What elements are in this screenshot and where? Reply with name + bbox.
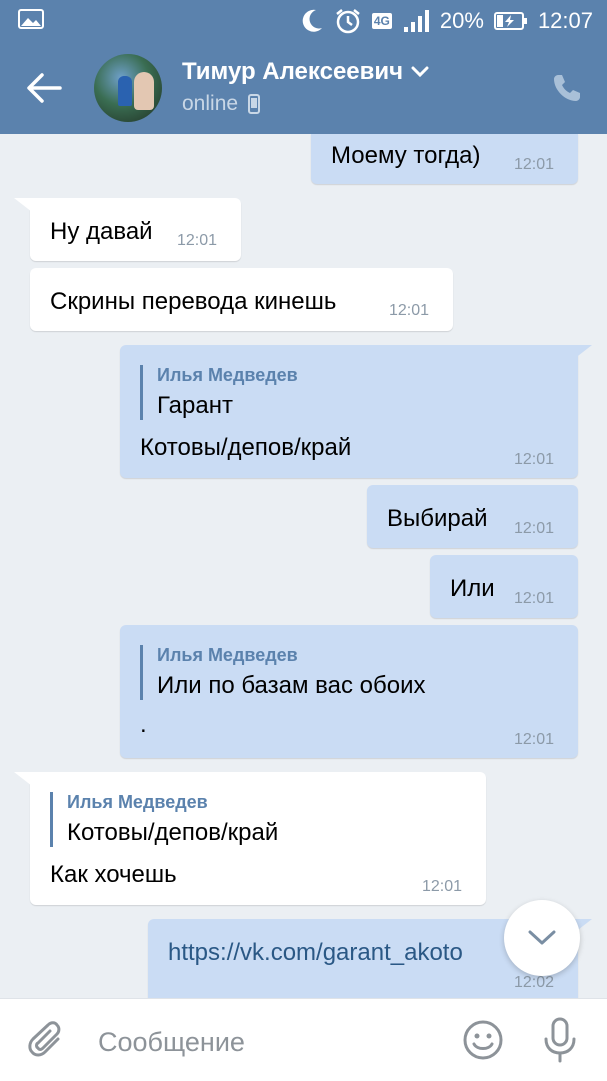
emoji-icon[interactable] (462, 1019, 504, 1061)
signal-icon (403, 10, 429, 32)
bubble-tail (14, 772, 32, 786)
scroll-down-button[interactable] (504, 900, 580, 976)
back-arrow-icon[interactable] (24, 70, 64, 106)
message-time: 12:01 (177, 232, 218, 249)
message-outgoing[interactable]: Выбирай 12:01 (367, 485, 578, 548)
message-text: Или (450, 575, 495, 602)
message-text: Как хочешь (50, 861, 177, 888)
chevron-down-icon (411, 66, 429, 78)
message-incoming[interactable]: Илья Медведев Котовы/депов/край Как хоче… (14, 772, 486, 905)
message-time: 12:01 (422, 878, 463, 895)
message-time: 12:01 (514, 590, 555, 607)
moon-icon (302, 9, 322, 32)
message-link[interactable]: https://vk.com/garant_akoto (168, 939, 528, 967)
gallery-icon (18, 9, 44, 29)
mobile-icon (248, 94, 261, 114)
network-badge: 4G (371, 13, 392, 29)
message-text: . (140, 711, 147, 738)
chat-header: Тимур Алексеевич online (0, 42, 607, 134)
status-bar: 4G 20% 12:07 (0, 0, 607, 42)
avatar[interactable] (94, 54, 162, 122)
battery-percent: 20% (439, 8, 484, 33)
message-time: 12:01 (514, 731, 555, 748)
attach-icon[interactable] (28, 1021, 66, 1061)
message-time: 12:01 (389, 302, 430, 319)
quote-author: Илья Медведев (157, 365, 298, 385)
message-text: Ну давай (50, 218, 153, 245)
message-time: 12:01 (514, 520, 555, 537)
avatar-figure (134, 72, 154, 110)
message-text: Скрины перевода кинешь (50, 288, 337, 315)
bubble-tail (574, 345, 592, 359)
reply-quote[interactable]: Илья Медведев Котовы/депов/край (50, 792, 278, 847)
reply-quote[interactable]: Илья Медведев Гарант (140, 365, 298, 420)
quote-text: Котовы/депов/край (67, 819, 279, 846)
message-incoming[interactable]: Ну давай 12:01 (14, 198, 241, 261)
message-incoming[interactable]: Скрины перевода кинешь 12:01 (30, 268, 453, 331)
avatar-figure (118, 76, 132, 106)
quote-author: Илья Медведев (157, 645, 298, 665)
message-text: Котовы/депов/край (140, 434, 352, 461)
phone-icon[interactable] (551, 72, 583, 104)
reply-quote[interactable]: Илья Медведев Или по базам вас обоих (140, 645, 425, 700)
quote-text: Гарант (157, 392, 233, 419)
contact-name: Тимур Алексеевич (182, 58, 404, 85)
message-outgoing[interactable]: Моему тогда) 12:01 (311, 134, 578, 184)
bubble-tail (14, 198, 32, 212)
message-text: Выбирай (387, 505, 488, 532)
battery-icon (493, 12, 527, 30)
message-time: 12:01 (514, 451, 555, 468)
quote-text: Или по базам вас обоих (157, 672, 426, 699)
clock: 12:07 (537, 8, 593, 33)
quote-author: Илья Медведев (67, 792, 208, 812)
online-label: online (182, 92, 239, 115)
message-outgoing[interactable]: Или 12:01 (430, 555, 578, 618)
message-text: Моему тогда) (331, 142, 481, 169)
contact-name-button[interactable]: Тимур Алексеевич (182, 58, 429, 86)
message-time: 12:02 (514, 974, 555, 991)
message-time: 12:01 (514, 156, 555, 173)
message-outgoing[interactable]: Илья Медведев Или по базам вас обоих . 1… (120, 625, 578, 758)
message-outgoing[interactable]: Илья Медведев Гарант Котовы/депов/край 1… (120, 345, 592, 478)
alarm-icon (336, 9, 360, 34)
message-input[interactable] (96, 1021, 440, 1063)
microphone-icon[interactable] (540, 1017, 580, 1063)
contact-status: online (182, 92, 261, 116)
chevron-down-icon (528, 930, 556, 945)
message-composer (0, 998, 607, 1081)
message-list[interactable]: Моему тогда) 12:01 Ну давай 12:01 Скрины… (0, 134, 607, 998)
